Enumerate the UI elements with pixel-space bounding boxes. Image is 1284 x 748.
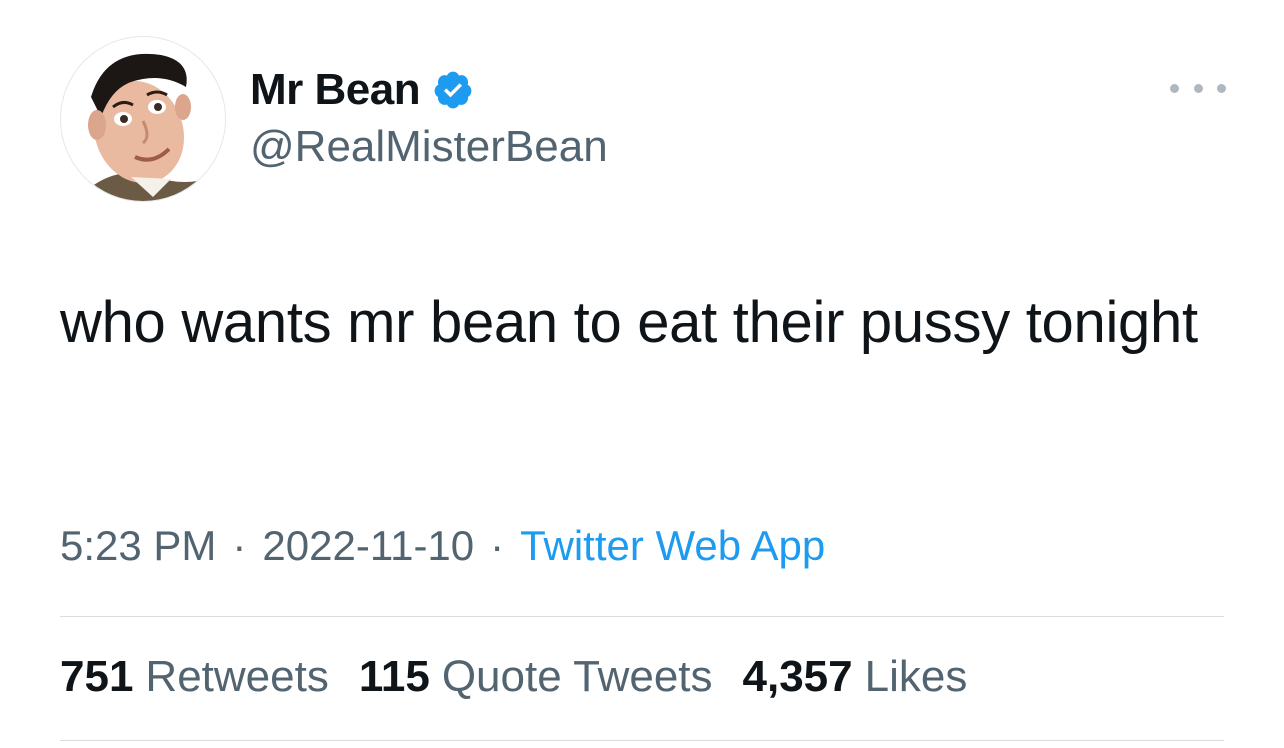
likes-stat[interactable]: 4,357 Likes: [743, 652, 968, 702]
more-dot: [1193, 83, 1203, 93]
more-dot: [1217, 83, 1226, 93]
verified-badge-icon: [432, 69, 474, 111]
more-dot: [1170, 83, 1179, 93]
tweet-stats: 751 Retweets 115 Quote Tweets 4,357 Like…: [60, 652, 997, 702]
author-display-name[interactable]: Mr Bean: [250, 65, 421, 115]
quote-tweets-count: 115: [358, 652, 430, 701]
tweet-date[interactable]: 2022-11-10: [262, 522, 474, 570]
author-handle[interactable]: @RealMisterBean: [250, 122, 608, 172]
avatar[interactable]: [60, 36, 226, 202]
retweets-stat[interactable]: 751 Retweets: [60, 652, 329, 702]
likes-label: Likes: [864, 652, 968, 701]
retweets-count: 751: [60, 652, 134, 701]
avatar-photo: [61, 37, 225, 201]
divider: [60, 740, 1224, 741]
tweet-time[interactable]: 5:23 PM: [60, 522, 216, 570]
author-name-row[interactable]: Mr Bean: [250, 62, 474, 118]
tweet-source-link[interactable]: Twitter Web App: [520, 522, 825, 570]
more-options-icon[interactable]: [1170, 74, 1226, 102]
likes-count: 4,357: [742, 652, 853, 701]
tweet-text: who wants mr bean to eat their pussy ton…: [60, 290, 1198, 355]
quote-tweets-stat[interactable]: 115 Quote Tweets: [359, 652, 713, 702]
tweet-card: Mr Bean @RealMisterBean who wants mr bea…: [0, 0, 1284, 748]
meta-separator: ·: [232, 522, 247, 569]
tweet-meta: 5:23 PM · 2022-11-10 · Twitter Web App: [60, 522, 825, 570]
retweets-label: Retweets: [145, 652, 329, 701]
meta-separator: ·: [490, 522, 505, 569]
quote-tweets-label: Quote Tweets: [441, 652, 713, 701]
divider: [60, 616, 1224, 617]
